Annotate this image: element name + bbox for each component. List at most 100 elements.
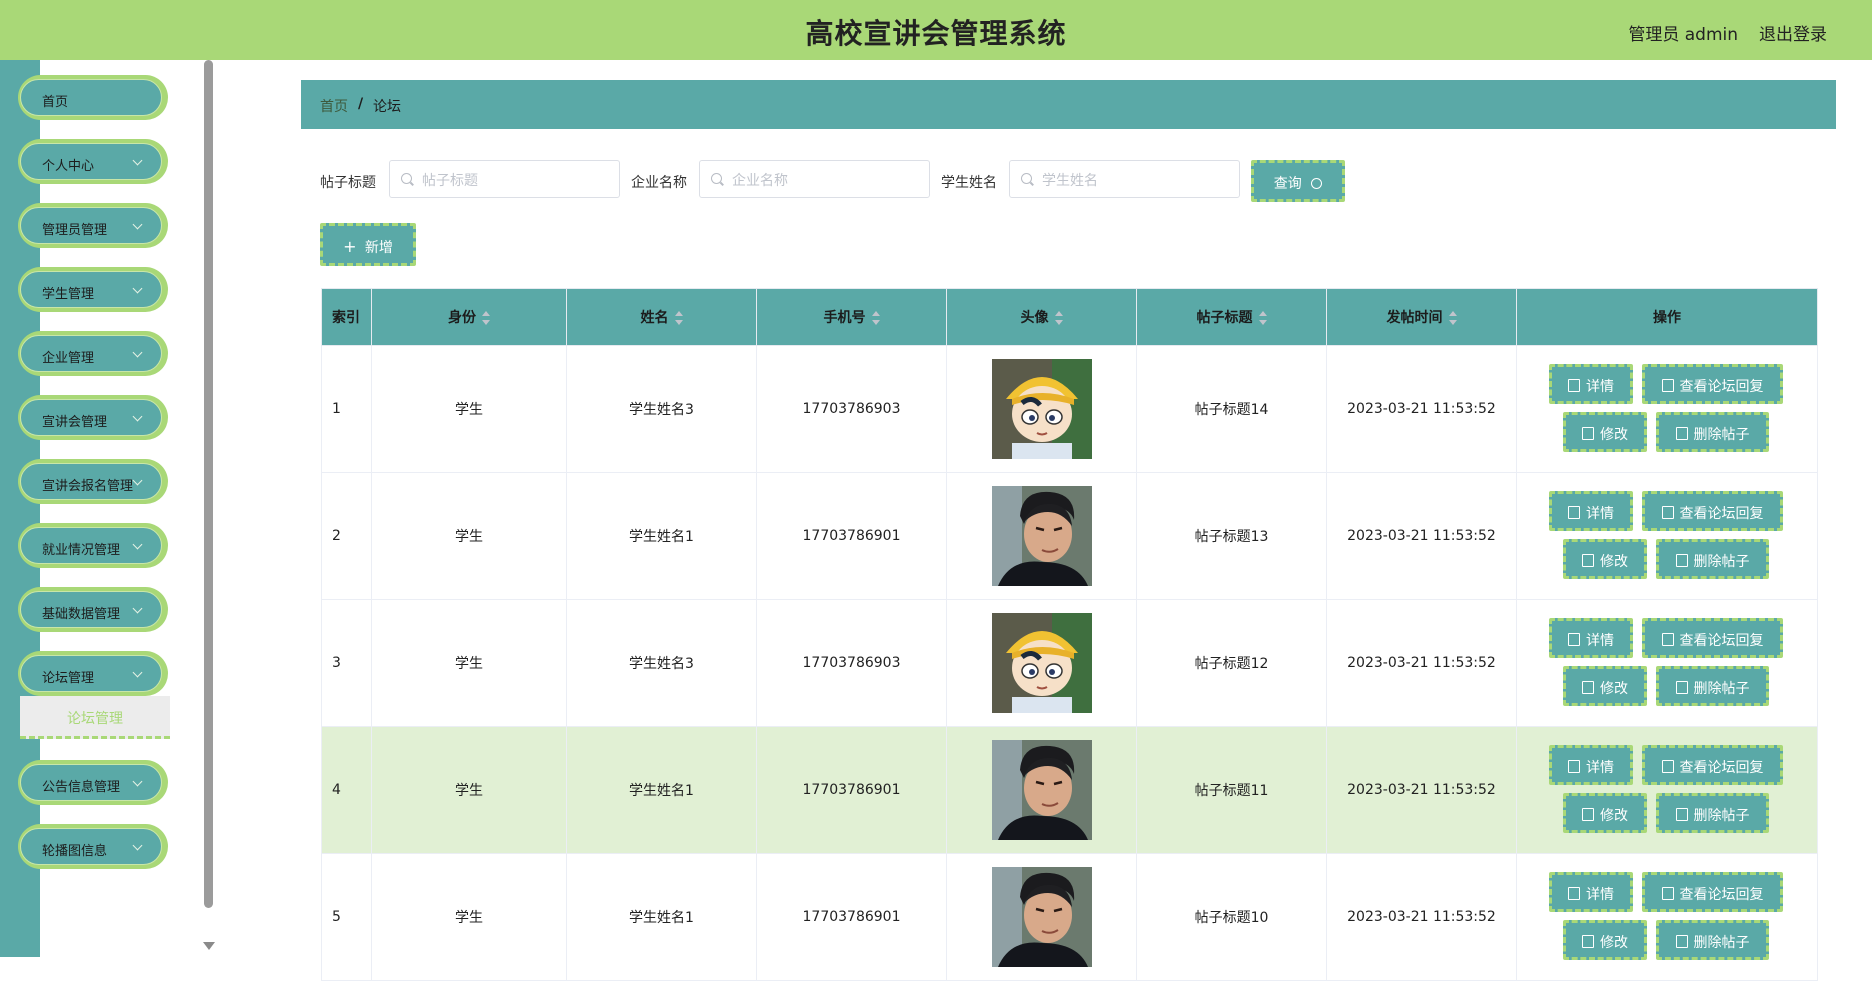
sidebar-item-0[interactable]: 首页	[18, 75, 168, 120]
view-reply-button[interactable]: 查看论坛回复	[1642, 491, 1783, 531]
sidebar-item-4[interactable]: 企业管理	[18, 331, 168, 376]
chevron-down-icon	[132, 475, 143, 486]
column-header[interactable]: 头像	[946, 288, 1137, 346]
search-icon	[1021, 173, 1032, 184]
sort-icon[interactable]	[1258, 311, 1267, 325]
cell-value: 帖子标题14	[1194, 402, 1269, 418]
sidebar-item-11[interactable]: 轮播图信息	[18, 824, 168, 869]
view-reply-button[interactable]: 查看论坛回复	[1642, 872, 1783, 912]
sidebar-item-10[interactable]: 公告信息管理	[18, 760, 168, 805]
sidebar-item-pill: 企业管理	[20, 335, 162, 372]
view-reply-button[interactable]: 查看论坛回复	[1642, 618, 1783, 658]
document-icon	[1568, 760, 1580, 773]
detail-button[interactable]: 详情	[1549, 618, 1633, 658]
table-row[interactable]: 1 学生 学生姓名3 17703786903 帖子标题14 2023-03-21 11:5…	[321, 345, 1818, 473]
photo-avatar[interactable]	[991, 486, 1092, 586]
sidebar-item-5[interactable]: 宣讲会管理	[18, 395, 168, 440]
scroll-down-arrow-icon[interactable]	[203, 942, 215, 950]
table-row[interactable]: 5 学生 学生姓名1 17703786901 帖子标题10 2023-03-21 11:5…	[321, 853, 1818, 981]
company-filter-field[interactable]	[699, 160, 930, 198]
detail-button[interactable]: 详情	[1549, 745, 1633, 785]
table-row[interactable]: 2 学生 学生姓名1 17703786901 帖子标题13 2023-03-21 11:5…	[321, 472, 1818, 600]
edit-button[interactable]: 修改	[1563, 539, 1647, 579]
student-filter-input[interactable]	[1040, 170, 1234, 192]
view-reply-button[interactable]: 查看论坛回复	[1642, 364, 1783, 404]
breadcrumb-home[interactable]: 首页	[320, 96, 348, 116]
table-header: 索引 身份 姓名 手机号 头像 帖子标题 发帖时间 操作	[321, 288, 1818, 346]
top-header: 高校宣讲会管理系统 管理员 admin 退出登录	[0, 0, 1872, 60]
cell-role: 学生	[371, 345, 567, 473]
detail-button[interactable]: 详情	[1549, 364, 1633, 404]
table-row[interactable]: 3 学生 学生姓名3 17703786903 帖子标题12 2023-03-21 11:5…	[321, 599, 1818, 727]
delete-post-button-label: 删除帖子	[1693, 808, 1750, 824]
sidebar-item-pill: 学生管理	[20, 271, 162, 308]
search-icon	[711, 173, 722, 184]
row-actions: 详情 查看论坛回复修改 删除帖子	[1517, 854, 1817, 980]
delete-post-button[interactable]: 删除帖子	[1656, 539, 1769, 579]
cell-value: 帖子标题10	[1194, 910, 1269, 926]
sidebar-item-2[interactable]: 管理员管理	[18, 203, 168, 248]
cell-value: 学生姓名1	[629, 529, 694, 545]
detail-button-label: 详情	[1586, 379, 1614, 395]
edit-button[interactable]: 修改	[1563, 412, 1647, 452]
sort-icon[interactable]	[674, 311, 683, 325]
add-button[interactable]: + 新增	[320, 223, 416, 266]
sidebar-item-8[interactable]: 基础数据管理	[18, 587, 168, 632]
sidebar-item-7[interactable]: 就业情况管理	[18, 523, 168, 568]
cell-value: 17703786903	[802, 655, 901, 671]
row-actions: 详情 查看论坛回复修改 删除帖子	[1517, 600, 1817, 726]
sidebar-item-3[interactable]: 学生管理	[18, 267, 168, 312]
detail-button[interactable]: 详情	[1549, 872, 1633, 912]
sort-icon[interactable]	[1054, 311, 1063, 325]
column-header[interactable]: 姓名	[566, 288, 757, 346]
cell-title: 帖子标题12	[1136, 599, 1327, 727]
student-filter-field[interactable]	[1009, 160, 1240, 198]
sidebar-item-label: 就业情况管理	[42, 543, 121, 558]
cell-avatar	[946, 726, 1137, 854]
sidebar-item-6[interactable]: 宣讲会报名管理	[18, 459, 168, 504]
column-header[interactable]: 发帖时间	[1326, 288, 1517, 346]
logout-link[interactable]: 退出登录	[1759, 20, 1827, 45]
forum-table: 索引 身份 姓名 手机号 头像 帖子标题 发帖时间 操作 1 学生 学生姓名3 1770378690…	[321, 288, 1818, 981]
sidebar-item-pill: 宣讲会报名管理	[20, 463, 162, 500]
sidebar-item-1[interactable]: 个人中心	[18, 139, 168, 184]
cartoon-avatar[interactable]	[991, 613, 1092, 713]
search-button[interactable]: 查询	[1251, 160, 1345, 202]
sidebar-item-pill: 公告信息管理	[20, 764, 162, 801]
photo-avatar[interactable]	[991, 867, 1092, 967]
detail-button[interactable]: 详情	[1549, 491, 1633, 531]
title-filter-input[interactable]	[420, 170, 614, 192]
edit-icon	[1582, 427, 1594, 440]
cell-name: 学生姓名1	[566, 726, 757, 854]
sidebar-item-label: 首页	[42, 95, 69, 110]
column-header[interactable]: 帖子标题	[1136, 288, 1327, 346]
cartoon-avatar[interactable]	[991, 359, 1092, 459]
chevron-down-icon	[132, 667, 143, 678]
document-icon	[1568, 379, 1580, 392]
sidebar-item-9[interactable]: 论坛管理	[18, 651, 168, 696]
delete-post-button[interactable]: 删除帖子	[1656, 920, 1769, 960]
submenu-forum-management[interactable]: 论坛管理	[20, 696, 170, 739]
sort-icon[interactable]	[1448, 311, 1457, 325]
document-icon	[1568, 633, 1580, 646]
cell-time: 2023-03-21 11:53:52	[1326, 726, 1517, 854]
column-header[interactable]: 手机号	[756, 288, 947, 346]
delete-post-button[interactable]: 删除帖子	[1656, 793, 1769, 833]
delete-post-button[interactable]: 删除帖子	[1656, 412, 1769, 452]
trash-icon	[1675, 808, 1688, 821]
delete-post-button[interactable]: 删除帖子	[1656, 666, 1769, 706]
edit-button[interactable]: 修改	[1563, 793, 1647, 833]
column-header[interactable]: 身份	[371, 288, 567, 346]
sort-icon[interactable]	[871, 311, 880, 325]
column-header-label: 身份	[448, 310, 476, 326]
title-filter-field[interactable]	[389, 160, 620, 198]
photo-avatar[interactable]	[991, 740, 1092, 840]
company-filter-input[interactable]	[730, 170, 924, 192]
edit-button[interactable]: 修改	[1563, 666, 1647, 706]
view-reply-button[interactable]: 查看论坛回复	[1642, 745, 1783, 785]
sidebar-scrollbar[interactable]	[204, 60, 213, 908]
edit-button[interactable]: 修改	[1563, 920, 1647, 960]
table-row[interactable]: 4 学生 学生姓名1 17703786901 帖子标题11 2023-03-21 11:5…	[321, 726, 1818, 854]
sort-icon[interactable]	[482, 311, 490, 325]
cell-actions: 详情 查看论坛回复修改 删除帖子	[1516, 472, 1818, 600]
